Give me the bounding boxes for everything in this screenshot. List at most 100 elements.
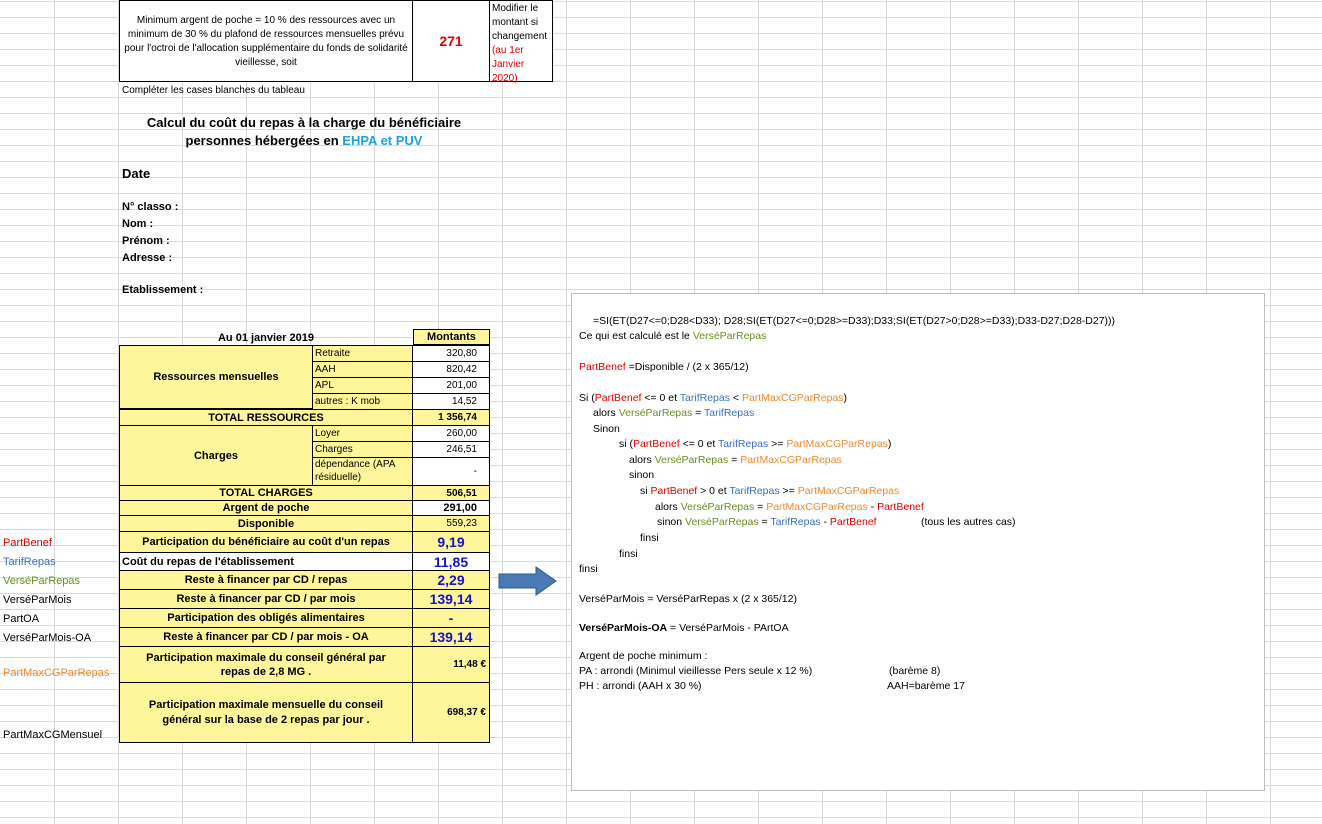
side-label-versepmoisoa: VerséParMois-OA [3,632,92,644]
max-repas-label: Participation maximale du conseil généra… [119,646,413,683]
classo-label: N° classo : [122,201,179,213]
sinon-line-2: sinon [629,469,655,481]
calc-prefix: Ce qui est calculé est le [579,330,693,342]
versemoisoa-rest: = VerséParMois - PArtOA [667,622,789,634]
charge-label: Loyer [312,425,413,442]
var-tarifrepas: TarifRepas [729,485,780,497]
versemoisoa-bold: VerséParMois-OA [579,622,668,634]
instruction-text: Compléter les cases blanches du tableau [122,85,305,96]
arrow-right-icon [498,566,557,596]
var-partbenef: PartBenef [877,501,924,513]
op: alors [593,407,619,419]
title-line2-highlight: EHPA et PUV [342,133,423,148]
op: >= [768,438,787,450]
charge-value[interactable]: 246,51 [412,441,490,458]
var-verse: VerséParRepas [685,516,759,528]
argent-poche-value[interactable]: 291,00 [412,500,490,516]
op: alors [655,501,681,513]
adresse-label: Adresse : [122,252,173,264]
var-partmax: PartMaxCGParRepas [741,392,844,404]
prenom-label: Prénom : [122,235,170,247]
op: < [730,392,742,404]
var-tarifrepas: TarifRepas [718,438,769,450]
var-tarifrepas: TarifRepas [704,407,755,419]
var-partbenef: PartBenef [829,516,877,528]
total-charges-label: TOTAL CHARGES [119,485,413,501]
cout-repas-value[interactable]: 11,85 [412,552,490,571]
title-line1: Calcul du coût du repas à la charge du b… [146,115,462,130]
charges-label: Charges [119,425,313,486]
reste-mois-oa-value: 139,14 [412,627,490,647]
nom-label: Nom : [122,218,154,230]
op: ) [843,392,848,404]
note-text: Minimum argent de poche = 10 % des resso… [124,15,408,68]
max-mensuel-value: 698,37 € [412,682,490,743]
note-box[interactable]: Minimum argent de poche = 10 % des resso… [119,0,413,82]
date-label: Date [122,166,151,181]
finsi-2: finsi [619,548,638,560]
si-line-1: Si (PartBenef <= 0 et TarifRepas < PartM… [579,392,847,404]
var-tarifrepas: TarifRepas [679,392,730,404]
op: <= 0 et [641,392,680,404]
versemois-line: VerséParMois = VerséParRepas x (2 x 365/… [579,593,797,605]
alors-line-2: alors VerséParRepas = PartMaxCGParRepas [629,454,842,466]
ressource-value[interactable]: 201,00 [412,377,490,394]
side-label-partmaxmensuel: PartMaxCGMensuel [3,729,103,741]
var-tarifrepas: TarifRepas [770,516,821,528]
var-partmax: PartMaxCGParRepas [786,438,888,450]
page-title: Calcul du coût du repas à la charge du b… [119,114,489,150]
ressource-label: autres : K mob [312,393,413,410]
formula-comment-box[interactable]: =SI(ET(D27<=0;D28<D33); D28;SI(ET(D27<=0… [571,293,1265,791]
op: si ( [619,438,633,450]
note-modify-date: (au 1er Janvier 2020) [492,45,525,84]
var-partmax: PartMaxCGParRepas [766,501,868,513]
disponible-label: Disponible [119,515,413,532]
charge-value[interactable]: - [412,457,490,486]
op: = [692,407,705,419]
ph-line: PH : arrondi (AAH x 30 %) [579,680,702,692]
op: alors [629,454,655,466]
argent-poche-label: Argent de poche [119,500,413,516]
finsi-1: finsi [640,532,659,544]
alors-line-1: alors VerséParRepas = TarifRepas [593,407,754,419]
side-label-partbenef: PartBenef [3,537,52,549]
reste-mois-value: 139,14 [412,589,490,609]
charge-label: Charges [312,441,413,458]
op: - [867,501,878,513]
partbenef-def: =Disponible / (2 x 365/12) [625,361,749,373]
note-modify-cell: Modifier le montant si changement (au 1e… [489,0,553,84]
argent-title: Argent de poche minimum : [579,650,708,662]
var-partmax: PartMaxCGParRepas [797,485,900,497]
max-mensuel-label: Participation maximale mensuelle du cons… [119,682,413,743]
ressource-value[interactable]: 320,80 [412,345,490,362]
formula-text: =SI(ET(D27<=0;D28<D33); D28;SI(ET(D27<=0… [593,315,1116,327]
title-line2-prefix: personnes hébergées en [185,133,343,148]
si-line-2: si (PartBenef <= 0 et TarifRepas >= Part… [619,438,891,450]
var-partmax: PartMaxCGParRepas [740,454,842,466]
total-charges-value: 506,51 [412,485,490,501]
reste-mois-label: Reste à financer par CD / par mois [119,589,413,609]
op: = [758,516,771,528]
ressource-value[interactable]: 820,42 [412,361,490,378]
op: - [820,516,830,528]
op: ) [887,438,892,450]
op: = [728,454,741,466]
note-value-cell[interactable]: 271 [412,0,490,82]
table-header-amounts: Montants [413,329,490,345]
charge-value[interactable]: 260,00 [412,425,490,442]
pa-line: PA : arrondi (Minimul vieillesse Pers se… [579,665,813,677]
var-verse: VerséParRepas [654,454,729,466]
calc-line: Ce qui est calculé est le VerséParRepas [579,330,766,342]
side-label-verseparrepas: VerséParRepas [3,575,81,587]
participation-value: 9,19 [412,531,490,553]
oblige-label: Participation des obligés alimentaires [119,608,413,628]
side-label-tarifrepas: TarifRepas [3,556,56,568]
disponible-value: 559,23 [412,515,490,532]
var-verse: VerséParRepas [618,407,693,419]
reste-repas-label: Reste à financer par CD / repas [119,570,413,590]
reste-repas-value: 2,29 [412,570,490,590]
ressource-value[interactable]: 14,52 [412,393,490,410]
cout-repas-label: Coût du repas de l'établissement [119,552,413,571]
note-modify-text: Modifier le montant si changement [492,3,548,42]
pa-bareme: (barème 8) [889,665,941,677]
